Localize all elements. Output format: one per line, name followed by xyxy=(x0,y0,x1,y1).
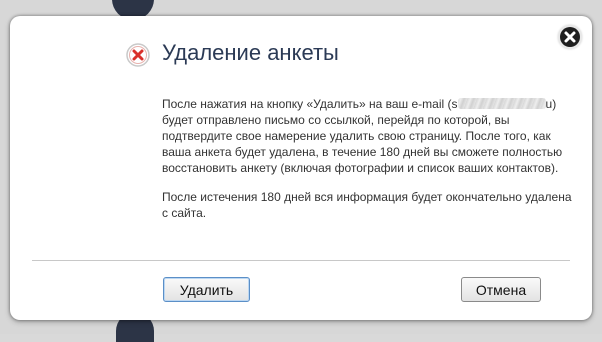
delete-button[interactable]: Удалить xyxy=(163,277,250,302)
message-text: После нажатия на кнопку «Удалить» на ваш… xyxy=(162,97,458,111)
close-button[interactable] xyxy=(560,27,580,47)
message-paragraph: После истечения 180 дней вся информация … xyxy=(162,190,572,220)
dialog-message: После нажатия на кнопку «Удалить» на ваш… xyxy=(162,96,572,221)
message-paragraph: После нажатия на кнопку «Удалить» на ваш… xyxy=(162,96,572,176)
dialog-title: Удаление анкеты xyxy=(162,40,339,65)
delete-icon xyxy=(126,43,150,67)
close-icon xyxy=(564,31,576,43)
cancel-button[interactable]: Отмена xyxy=(461,277,541,302)
divider xyxy=(32,260,570,261)
email-address: u xyxy=(457,96,553,112)
email-text-end: u xyxy=(545,97,553,111)
email-redaction xyxy=(457,98,546,109)
delete-profile-dialog: Удаление анкеты После нажатия на кнопку … xyxy=(10,16,592,320)
